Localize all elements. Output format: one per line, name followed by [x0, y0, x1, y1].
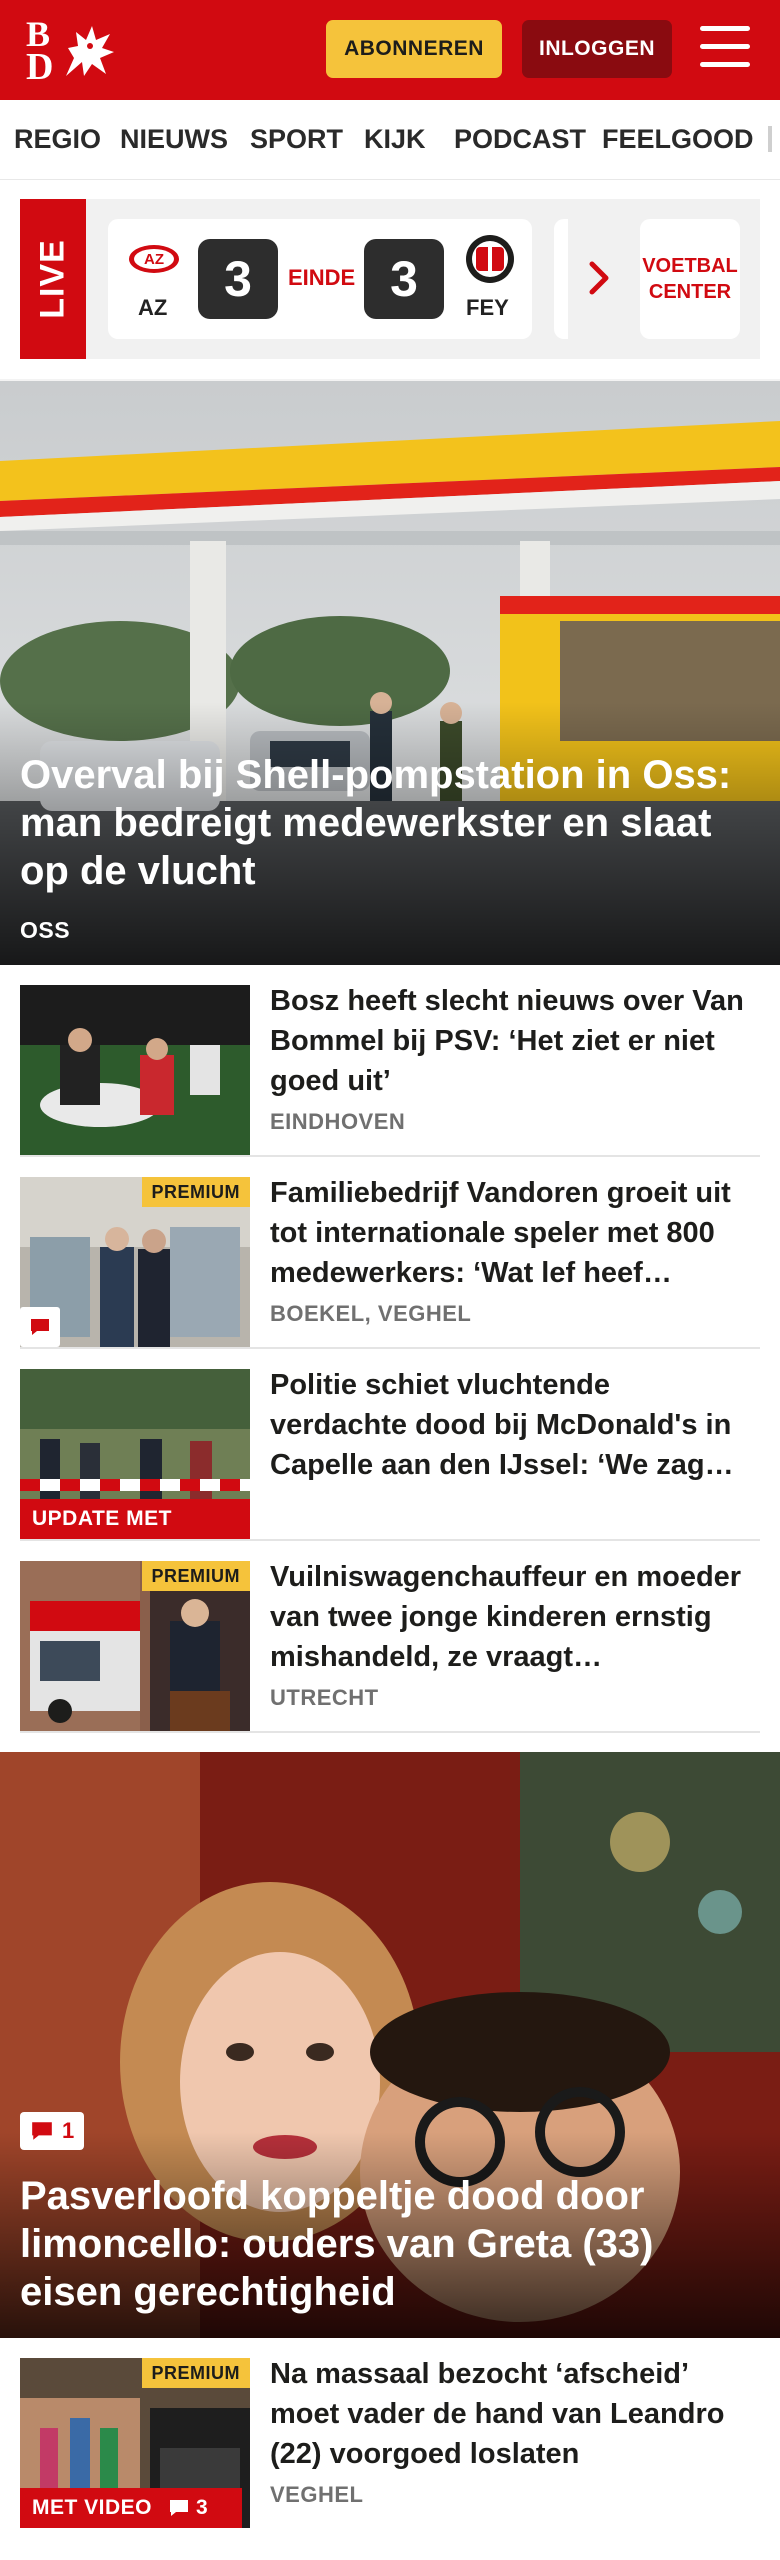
- dragon-icon: [66, 26, 114, 76]
- nav-item-sport[interactable]: SPORT: [250, 124, 343, 155]
- premium-badge: PREMIUM: [141, 2358, 250, 2388]
- az-logo-icon: AZ: [129, 245, 179, 273]
- article-thumbnail: PREMIUM: [20, 1561, 250, 1731]
- article-title[interactable]: Bosz heeft slecht nieuws over Van Bommel…: [270, 981, 750, 1101]
- logo-letter-d: D: [26, 46, 54, 88]
- article-thumbnail: [20, 985, 250, 1155]
- away-score: 3: [364, 239, 444, 319]
- comment-count-badge: 3: [160, 2488, 216, 2528]
- article-title[interactable]: Vuilniswagenchauffeur en moeder van twee…: [270, 1557, 750, 1677]
- article-title[interactable]: Politie schiet vluchtende verdachte dood…: [270, 1365, 750, 1485]
- premium-badge: PREMIUM: [141, 1561, 250, 1591]
- nav-item-feelgood[interactable]: FEELGOOD: [602, 124, 754, 155]
- section-nav: REGIO NIEUWS SPORT KIJK PODCAST FEELGOOD: [0, 100, 780, 180]
- hero-place: OSS: [20, 917, 71, 943]
- hamburger-icon[interactable]: [700, 26, 752, 72]
- away-team-name: FEY: [466, 295, 509, 320]
- voetbal-center-line1: VOETBAL: [642, 255, 738, 277]
- live-score-strip: LIVE AZ AZ 3 EINDE 3 FEY VOETBAL CENTER: [20, 199, 760, 359]
- comment-icon: [32, 2122, 52, 2140]
- voetbal-center-link[interactable]: VOETBAL CENTER: [640, 219, 740, 339]
- live-badge: LIVE: [20, 199, 86, 359]
- match-status: EINDE: [288, 265, 356, 290]
- top-header: B D ABONNEREN INLOGGEN: [0, 0, 780, 100]
- hero-title[interactable]: Overval bij Shell-pompstation in Oss: ma…: [20, 751, 760, 895]
- nav-item-nieuws[interactable]: NIEUWS: [120, 124, 228, 155]
- list-item[interactable]: PREMIUM Vuilniswagenchauffeur en moeder …: [20, 1541, 760, 1733]
- nav-item-kijk[interactable]: KIJK: [364, 124, 426, 155]
- home-team-name: AZ: [138, 295, 168, 320]
- voetbal-center-line2: CENTER: [648, 281, 732, 303]
- comment-count: 1: [62, 2118, 75, 2143]
- home-score: 3: [198, 239, 278, 319]
- article-thumbnail: UPDATE MET VIDEO: [20, 1369, 250, 1539]
- article-place: EINDHOVEN: [270, 1109, 406, 1134]
- feyenoord-logo-icon: [466, 235, 514, 283]
- svg-text:AZ: AZ: [144, 251, 164, 268]
- match-card[interactable]: AZ AZ 3 EINDE 3 FEY: [108, 219, 532, 339]
- premium-badge: PREMIUM: [141, 1177, 250, 1207]
- article-thumbnail: PREMIUM MET VIDEO 3: [20, 2358, 250, 2528]
- bd-logo[interactable]: B D: [26, 16, 122, 88]
- next-match-card-edge[interactable]: [554, 219, 568, 339]
- list-item[interactable]: Bosz heeft slecht nieuws over Van Bommel…: [20, 965, 760, 1157]
- hero-title[interactable]: Pasverloofd koppeltje dood door limoncel…: [20, 2172, 760, 2316]
- login-button[interactable]: INLOGGEN: [522, 20, 672, 78]
- comment-count: 3: [196, 2496, 208, 2519]
- list-item[interactable]: UPDATE MET VIDEO Politie schiet vluchten…: [20, 1349, 760, 1541]
- article-place: BOEKEL, VEGHEL: [270, 1301, 472, 1326]
- nav-item-podcast[interactable]: PODCAST: [454, 124, 586, 155]
- article-title[interactable]: Na massaal bezocht ‘afscheid’ moet vader…: [270, 2354, 750, 2474]
- chevron-right-icon[interactable]: [588, 261, 610, 295]
- comment-icon: [170, 2500, 188, 2516]
- football-photo: [20, 985, 250, 1155]
- nav-item-regio[interactable]: REGIO: [14, 124, 101, 155]
- hero-article-2[interactable]: 1 Pasverloofd koppeltje dood door limonc…: [0, 1752, 780, 2338]
- subscribe-button[interactable]: ABONNEREN: [326, 20, 502, 78]
- live-label: LIVE: [33, 239, 72, 319]
- article-place: VEGHEL: [270, 2482, 364, 2507]
- hero-article[interactable]: Overval bij Shell-pompstation in Oss: ma…: [0, 381, 780, 965]
- article-title[interactable]: Familiebedrijf Vandoren groeit uit tot i…: [270, 1173, 750, 1293]
- article-place: UTRECHT: [270, 1685, 379, 1710]
- comment-count-badge: 1: [20, 2112, 85, 2150]
- article-thumbnail: PREMIUM: [20, 1177, 250, 1347]
- video-update-label: UPDATE MET VIDEO: [20, 1499, 250, 1539]
- list-item[interactable]: PREMIUM MET VIDEO 3 Na massaal bezocht ‘…: [20, 2338, 760, 2530]
- list-item[interactable]: PREMIUM Familiebedrijf Vandoren groeit u…: [20, 1157, 760, 1349]
- nav-overflow-indicator: [768, 126, 772, 152]
- comment-icon: [20, 1307, 60, 1347]
